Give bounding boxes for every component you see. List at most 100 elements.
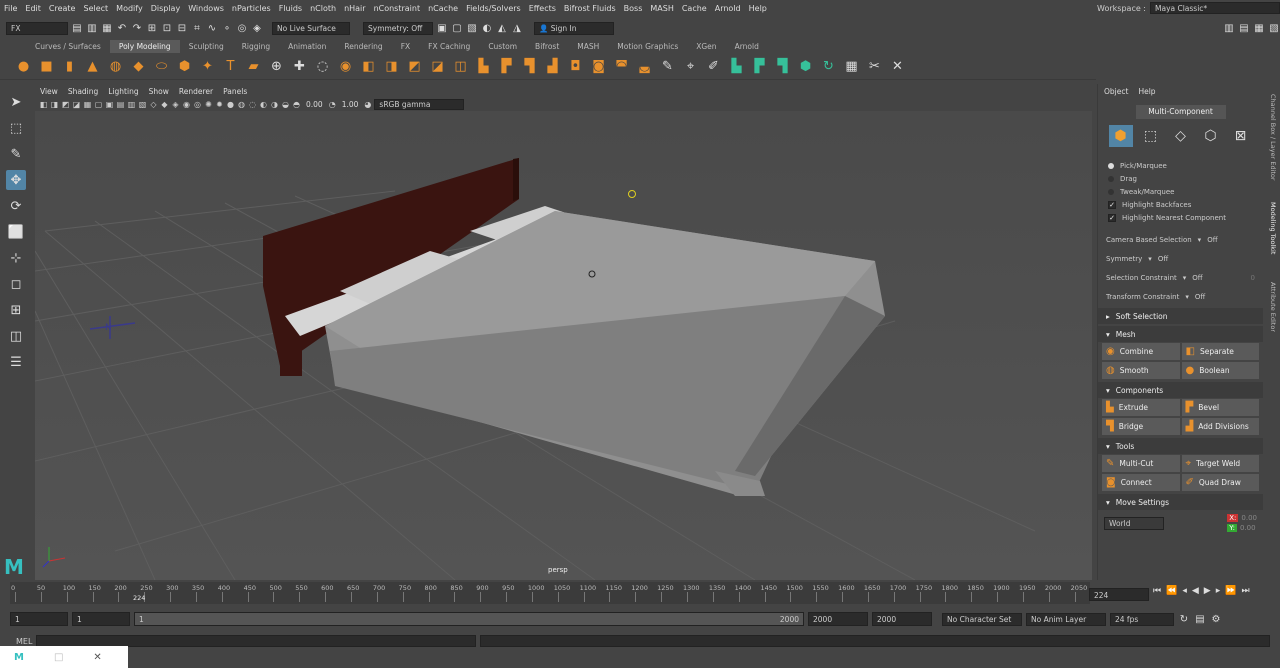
snap-point-icon[interactable]: ∘ — [221, 22, 233, 34]
rotate-tool-icon[interactable]: ⟳ — [6, 196, 26, 216]
object-mode-icon[interactable]: ⬢ — [1108, 125, 1133, 147]
quad-draw-button[interactable]: ✐ Quad Draw — [1181, 474, 1259, 491]
use-lights-icon[interactable]: ✺ — [204, 100, 213, 109]
select-tool-icon[interactable]: ➤ — [6, 92, 26, 112]
menu-ncloth[interactable]: nCloth — [306, 4, 340, 13]
panel-menu-show[interactable]: Show — [144, 87, 174, 96]
bevel-icon[interactable]: ▛ — [497, 57, 516, 76]
menu-help[interactable]: Help — [745, 4, 771, 13]
shelf-tab-custom[interactable]: Custom — [479, 40, 526, 53]
anim-layer-dropdown[interactable]: No Anim Layer — [1026, 612, 1106, 626]
combine-button[interactable]: ◉ Combine — [1102, 343, 1180, 360]
modeling-toolkit-tab[interactable]: Modeling Toolkit — [1269, 202, 1277, 254]
isolate-select-icon[interactable]: ◐ — [259, 100, 268, 109]
gate-mask-icon[interactable]: ▤ — [116, 100, 125, 109]
grid-toggle-icon[interactable]: ▦ — [83, 100, 92, 109]
spherical-map-icon[interactable]: ▜ — [773, 57, 792, 76]
menu-cache[interactable]: Cache — [678, 4, 711, 13]
planar-map-icon[interactable]: ▙ — [727, 57, 746, 76]
menu-modify[interactable]: Modify — [112, 4, 147, 13]
undo-icon[interactable]: ↶ — [116, 22, 128, 34]
extrude-button[interactable]: ▙ Extrude — [1102, 399, 1180, 416]
poly-torus-icon[interactable]: ◍ — [106, 57, 125, 76]
shelf-tab-xgen[interactable]: XGen — [687, 40, 725, 53]
boolean-button[interactable]: ● Boolean — [1181, 362, 1259, 379]
two-view-layout-icon[interactable]: ◫ — [6, 326, 26, 346]
snap-surface-icon[interactable]: ◈ — [251, 22, 263, 34]
cut-uv-icon[interactable]: ✂ — [865, 57, 884, 76]
step-forward-frame-icon[interactable]: ▸ — [1216, 586, 1221, 596]
current-frame-field[interactable]: 224 — [1089, 588, 1149, 601]
shelf-tab-fx[interactable]: FX — [392, 40, 419, 53]
svg-icon[interactable]: ▰ — [244, 57, 263, 76]
shelf-tab-motion-graphics[interactable]: Motion Graphics — [608, 40, 687, 53]
snap-curve-icon[interactable]: ∿ — [206, 22, 218, 34]
image-plane-icon[interactable]: ◪ — [72, 100, 81, 109]
mirror-icon[interactable]: ◫ — [451, 57, 470, 76]
menu-fields-solvers[interactable]: Fields/Solvers — [462, 4, 525, 13]
shelf-tab-curves-surfaces[interactable]: Curves / Surfaces — [26, 40, 110, 53]
menu-select[interactable]: Select — [79, 4, 112, 13]
shelf-tab-rigging[interactable]: Rigging — [233, 40, 279, 53]
transform-constraint-row[interactable]: Transform Constraint ▾ Off — [1098, 287, 1263, 306]
xray-joints-icon[interactable]: ◒ — [281, 100, 290, 109]
selection-constraint-row[interactable]: Selection Constraint ▾ Off 0 — [1098, 268, 1263, 287]
restore-icon[interactable]: □ — [54, 652, 63, 663]
shadows-icon[interactable]: ✹ — [215, 100, 224, 109]
scene-end-field[interactable]: 2000 — [872, 612, 932, 626]
display-size-icon[interactable]: ◌ — [313, 57, 332, 76]
toggle-attribute-editor-icon[interactable]: ▤ — [1238, 22, 1250, 34]
connect-button[interactable]: ◙ Connect — [1102, 474, 1180, 491]
go-to-end-icon[interactable]: ⏭ — [1241, 586, 1249, 596]
sign-in-button[interactable]: 👤 Sign In — [534, 21, 614, 35]
outliner-layout-icon[interactable]: ☰ — [6, 352, 26, 372]
poly-cone-icon[interactable]: ▲ — [83, 57, 102, 76]
attribute-editor-tab[interactable]: Attribute Editor — [1269, 282, 1277, 332]
reduce-icon[interactable]: ◪ — [428, 57, 447, 76]
hypershade-icon[interactable]: ◐ — [481, 22, 493, 34]
snap-view-icon[interactable]: ◎ — [236, 22, 248, 34]
soft-selection-section[interactable]: ▸ Soft Selection — [1098, 308, 1263, 324]
smooth-shade-icon[interactable]: ◆ — [160, 100, 169, 109]
redo-icon[interactable]: ↷ — [131, 22, 143, 34]
mel-label[interactable]: MEL — [16, 637, 32, 646]
panel-menu-renderer[interactable]: Renderer — [174, 87, 218, 96]
target-weld-icon[interactable]: ⌖ — [681, 57, 700, 76]
drag-option[interactable]: Drag — [1098, 172, 1263, 185]
channel-box-tab[interactable]: Channel Box / Layer Editor — [1269, 94, 1277, 181]
shelf-tab-animation[interactable]: Animation — [279, 40, 335, 53]
y-axis-value[interactable]: 0.00 — [1240, 524, 1256, 532]
menu-effects[interactable]: Effects — [525, 4, 560, 13]
play-forward-icon[interactable]: ▶ — [1204, 586, 1211, 596]
single-perspective-layout-icon[interactable]: ◻ — [6, 274, 26, 294]
shelf-tab-bifrost[interactable]: Bifrost — [526, 40, 568, 53]
fps-dropdown[interactable]: 24 fps — [1110, 612, 1174, 626]
smooth-icon[interactable]: ◩ — [405, 57, 424, 76]
poly-sphere-icon[interactable]: ● — [14, 57, 33, 76]
symmetry-row[interactable]: Symmetry ▾ Off — [1098, 249, 1263, 268]
shelf-tab-fx-caching[interactable]: FX Caching — [419, 40, 479, 53]
cylindrical-map-icon[interactable]: ▛ — [750, 57, 769, 76]
sew-uv-icon[interactable]: ✕ — [888, 57, 907, 76]
edge-mode-icon[interactable]: ◇ — [1169, 125, 1193, 147]
playback-end-field[interactable]: 2000 — [808, 612, 868, 626]
append-icon[interactable]: ▟ — [543, 57, 562, 76]
select-object-icon[interactable]: ⊡ — [161, 22, 173, 34]
panel-menu-shading[interactable]: Shading — [63, 87, 103, 96]
select-component-icon[interactable]: ⊟ — [176, 22, 188, 34]
mesh-section[interactable]: ▾ Mesh — [1098, 326, 1263, 342]
loop-icon[interactable]: ↻ — [1178, 613, 1190, 625]
shelf-tab-rendering[interactable]: Rendering — [335, 40, 391, 53]
last-tool-icon[interactable]: ⊹ — [6, 248, 26, 268]
menu-boss[interactable]: Boss — [620, 4, 647, 13]
arnold-render-icon[interactable]: ◭ — [496, 22, 508, 34]
scale-tool-icon[interactable]: ⬜ — [6, 222, 26, 242]
insert-loop-icon[interactable]: ◛ — [635, 57, 654, 76]
paint-select-tool-icon[interactable]: ✎ — [6, 144, 26, 164]
character-set-dropdown[interactable]: No Character Set — [942, 612, 1022, 626]
menu-fluids[interactable]: Fluids — [275, 4, 306, 13]
toolkit-menu-object[interactable]: Object — [1104, 87, 1128, 96]
new-scene-icon[interactable]: ▤ — [71, 22, 83, 34]
tweak-marquee-option[interactable]: Tweak/Marquee — [1098, 185, 1263, 198]
checker-icon[interactable]: ▦ — [842, 57, 861, 76]
